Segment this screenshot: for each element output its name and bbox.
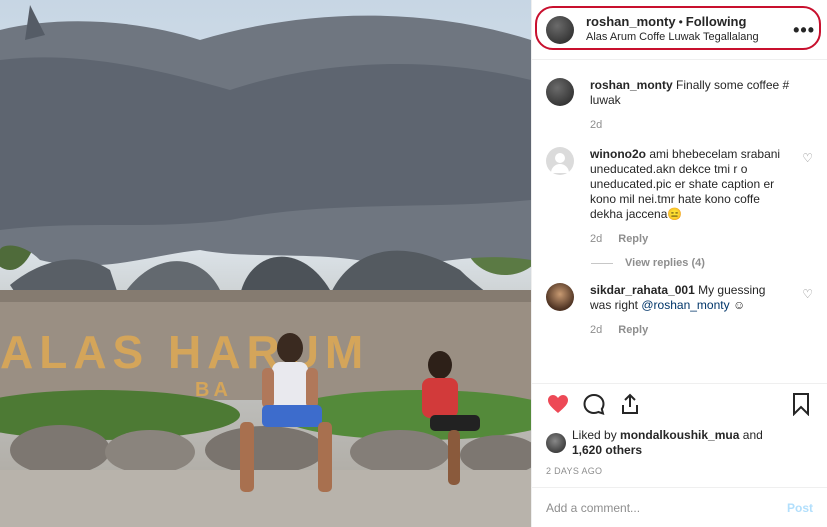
- reply-button[interactable]: Reply: [618, 232, 648, 247]
- view-replies-label[interactable]: View replies (4): [625, 257, 705, 269]
- liked-by-label: Liked by: [572, 428, 617, 442]
- replies-line: [591, 262, 613, 264]
- reply-button[interactable]: Reply: [618, 323, 648, 338]
- like-comment-heart-icon[interactable]: ♡: [802, 287, 813, 301]
- liker-avatar[interactable]: [546, 433, 566, 453]
- comment-time[interactable]: 2d: [590, 323, 602, 338]
- comment-time[interactable]: 2d: [590, 118, 602, 133]
- mention-link[interactable]: @roshan_monty: [641, 298, 729, 312]
- likes-count[interactable]: 1,620 others: [572, 443, 642, 457]
- share-icon[interactable]: [618, 392, 642, 416]
- post-time-ago[interactable]: 2 DAYS AGO: [546, 466, 813, 476]
- caption-row: roshan_monty Finally some coffee # luwak…: [546, 78, 813, 133]
- post-photo[interactable]: ALAS HARUM BA: [0, 0, 531, 527]
- default-avatar[interactable]: [546, 147, 574, 175]
- post-header: roshan_monty • Following Alas Arum Coffe L…: [532, 0, 827, 60]
- caption-avatar[interactable]: [546, 78, 574, 106]
- likes-and: and: [742, 428, 763, 442]
- comment-username[interactable]: sikdar_rahata_001: [590, 283, 695, 297]
- add-comment-bar: Post: [532, 487, 827, 527]
- comment-row: winono2o ami bhebecelam srabani uneducat…: [546, 147, 813, 247]
- comment-icon[interactable]: [582, 392, 606, 416]
- comments-list: roshan_monty Finally some coffee # luwak…: [532, 60, 827, 383]
- post-panel: roshan_monty • Following Alas Arum Coffe L…: [531, 0, 827, 527]
- liker-username[interactable]: mondalkoushik_mua: [620, 428, 739, 442]
- highlight-annotation: [535, 6, 821, 50]
- like-comment-heart-icon[interactable]: ♡: [802, 151, 813, 165]
- post-actions: Liked by mondalkoushik_mua and 1,620 oth…: [532, 383, 827, 476]
- bookmark-icon[interactable]: [789, 392, 813, 416]
- post-comment-button[interactable]: Post: [787, 501, 813, 515]
- comment-time[interactable]: 2d: [590, 232, 602, 247]
- comment-row: sikdar_rahata_001 My guessing was right …: [546, 283, 813, 338]
- commenter-avatar[interactable]: [546, 283, 574, 311]
- heart-icon[interactable]: [546, 392, 570, 416]
- comment-username[interactable]: winono2o: [590, 147, 646, 161]
- photo-illustration: ALAS HARUM BA: [0, 5, 531, 527]
- comment-emoji: ☺: [732, 298, 746, 312]
- add-comment-input[interactable]: [546, 500, 787, 515]
- likes-summary: Liked by mondalkoushik_mua and 1,620 oth…: [546, 428, 813, 458]
- comment-username[interactable]: roshan_monty: [590, 78, 673, 92]
- view-replies[interactable]: View replies (4): [591, 257, 813, 269]
